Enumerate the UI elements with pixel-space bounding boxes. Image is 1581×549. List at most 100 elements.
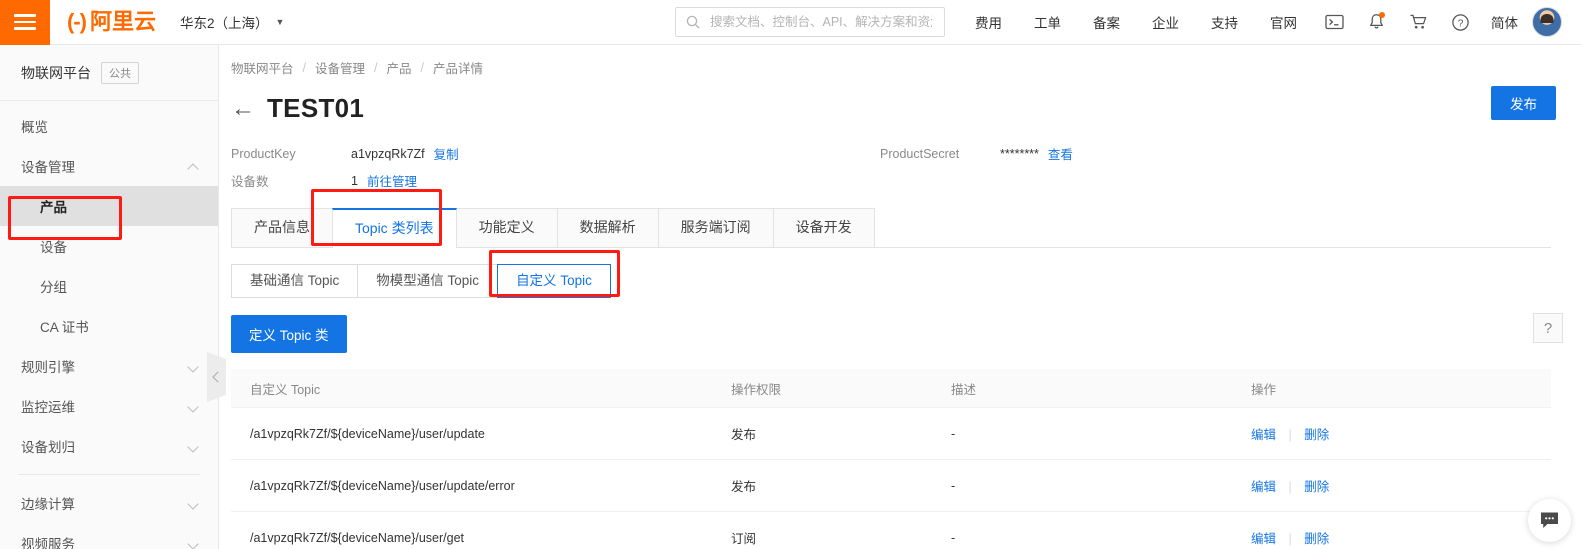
- tab-function-definition[interactable]: 功能定义: [455, 208, 558, 247]
- global-search[interactable]: [675, 7, 945, 37]
- sidebar-item-device-management[interactable]: 设备管理: [0, 146, 218, 186]
- action-separator: |: [1288, 428, 1292, 442]
- edit-link[interactable]: 编辑: [1251, 428, 1276, 442]
- sidebar-item-ca-certificates[interactable]: CA 证书: [0, 306, 218, 346]
- chevron-up-icon: [188, 161, 199, 172]
- header-icon-group: ? 简体: [1313, 0, 1581, 45]
- chevron-down-icon: [188, 361, 199, 372]
- region-selector[interactable]: 华东2（上海） ▼: [180, 12, 284, 32]
- sidebar-item-label: 产品: [40, 200, 67, 215]
- delete-link[interactable]: 删除: [1304, 532, 1329, 546]
- breadcrumb-separator: /: [302, 60, 306, 75]
- cart-icon[interactable]: [1397, 0, 1439, 45]
- sidebar-item-products[interactable]: 产品: [0, 186, 218, 226]
- chevron-down-icon: [188, 538, 199, 549]
- action-separator: |: [1288, 532, 1292, 546]
- cell-actions: 编辑 | 删除: [1251, 476, 1551, 495]
- cell-description: -: [951, 530, 956, 545]
- nav-link-icp[interactable]: 备案: [1077, 12, 1136, 32]
- table-row: /a1vpzqRk7Zf/${deviceName}/user/update/e…: [231, 459, 1551, 511]
- copy-product-key-link[interactable]: 复制: [434, 144, 459, 163]
- chevron-down-icon: [188, 498, 199, 509]
- meta-row-product-secret: ProductSecret ******** 查看: [880, 140, 1073, 167]
- define-topic-class-button[interactable]: 定义 Topic 类: [231, 315, 347, 353]
- column-header-topic: 自定义 Topic: [250, 382, 321, 397]
- nav-link-support[interactable]: 支持: [1195, 12, 1254, 32]
- nav-link-fees[interactable]: 费用: [959, 12, 1018, 32]
- action-separator: |: [1288, 480, 1292, 494]
- delete-link[interactable]: 删除: [1304, 428, 1329, 442]
- tab-device-development[interactable]: 设备开发: [772, 208, 875, 247]
- publish-button[interactable]: 发布: [1491, 86, 1556, 120]
- product-secret-value: ********: [1000, 146, 1039, 161]
- cell-description: -: [951, 478, 956, 493]
- product-key-label: ProductKey: [231, 146, 296, 161]
- cell-topic: /a1vpzqRk7Zf/${deviceName}/user/update/e…: [250, 478, 515, 493]
- sidebar-item-monitoring[interactable]: 监控运维: [0, 386, 218, 426]
- subtab-custom-topic[interactable]: 自定义 Topic: [497, 264, 611, 298]
- back-arrow-icon[interactable]: ←: [231, 96, 255, 121]
- column-header-permission: 操作权限: [731, 382, 782, 397]
- column-header-description: 描述: [951, 382, 977, 397]
- top-header: (-) 阿里云 华东2（上海） ▼ 费用 工单 备案 企业 支持 官网: [0, 0, 1581, 45]
- nav-link-tickets[interactable]: 工单: [1018, 12, 1077, 32]
- delete-link[interactable]: 删除: [1304, 480, 1329, 494]
- main-content: 物联网平台 / 设备管理 / 产品 / 产品详情 ← TEST01 发布 Pro…: [220, 45, 1581, 549]
- sidebar-item-label: 分组: [40, 280, 67, 295]
- sidebar-item-device-assignment[interactable]: 设备划归: [0, 426, 218, 466]
- sidebar-item-overview[interactable]: 概览: [0, 106, 218, 146]
- sidebar-item-label: 设备: [40, 240, 67, 255]
- breadcrumb-item-product-detail: 产品详情: [433, 62, 484, 76]
- tab-data-parsing[interactable]: 数据解析: [556, 208, 659, 247]
- breadcrumb-item-device-management[interactable]: 设备管理: [315, 58, 365, 77]
- breadcrumb-item-products[interactable]: 产品: [387, 58, 412, 77]
- cell-actions: 编辑 | 删除: [1251, 424, 1551, 443]
- bell-icon[interactable]: [1355, 0, 1397, 45]
- sidebar-item-rule-engine[interactable]: 规则引擎: [0, 346, 218, 386]
- sidebar-product-name: 物联网平台: [21, 64, 91, 81]
- nav-link-website[interactable]: 官网: [1254, 12, 1313, 32]
- go-to-device-management-link[interactable]: 前往管理: [367, 171, 417, 190]
- tab-server-subscription[interactable]: 服务端订阅: [657, 208, 774, 247]
- tab-product-info[interactable]: 产品信息: [231, 208, 333, 247]
- view-product-secret-link[interactable]: 查看: [1048, 144, 1073, 163]
- edit-link[interactable]: 编辑: [1251, 480, 1276, 494]
- chevron-down-icon: [188, 441, 199, 452]
- hamburger-icon[interactable]: [0, 0, 50, 45]
- search-input[interactable]: [708, 14, 934, 30]
- help-button[interactable]: ?: [1533, 313, 1563, 343]
- subtab-tsl-communication-topic[interactable]: 物模型通信 Topic: [357, 264, 499, 298]
- subtab-basic-communication-topic[interactable]: 基础通信 Topic: [231, 264, 359, 298]
- sidebar-product-header: 物联网平台 公共: [0, 45, 218, 101]
- meta-row-device-count: 设备数 1 前往管理: [231, 167, 1581, 194]
- aliyun-logo-mark: (-): [67, 9, 87, 34]
- sidebar-item-label: 视频服务: [21, 537, 75, 549]
- terminal-icon[interactable]: [1313, 0, 1355, 45]
- cell-actions: 编辑 | 删除: [1251, 528, 1551, 547]
- sidebar-item-video-service[interactable]: 视频服务: [0, 523, 218, 549]
- region-label: 华东2（上海）: [180, 16, 269, 31]
- collapse-sidebar-handle[interactable]: [207, 352, 226, 402]
- sidebar-item-devices[interactable]: 设备: [0, 226, 218, 266]
- edit-link[interactable]: 编辑: [1251, 532, 1276, 546]
- avatar[interactable]: [1532, 7, 1562, 37]
- aliyun-logo[interactable]: (-) 阿里云: [67, 11, 156, 33]
- cell-topic: /a1vpzqRk7Zf/${deviceName}/user/get: [250, 530, 465, 545]
- tab-topic-list[interactable]: Topic 类列表: [332, 208, 457, 248]
- chat-bubble-icon[interactable]: [1528, 499, 1571, 542]
- language-selector[interactable]: 简体: [1481, 12, 1532, 32]
- nav-link-enterprise[interactable]: 企业: [1136, 12, 1195, 32]
- breadcrumb-item-iot[interactable]: 物联网平台: [231, 58, 294, 77]
- sidebar-item-groups[interactable]: 分组: [0, 266, 218, 306]
- sidebar-item-edge-computing[interactable]: 边缘计算: [0, 483, 218, 523]
- cell-topic: /a1vpzqRk7Zf/${deviceName}/user/update: [250, 426, 485, 441]
- meta-column-right: ProductSecret ******** 查看: [880, 140, 1073, 167]
- chevron-down-icon: [188, 401, 199, 412]
- notification-badge-dot: [1379, 11, 1385, 18]
- topic-subtabs: 基础通信 Topic 物模型通信 Topic 自定义 Topic: [231, 264, 1581, 298]
- sidebar-menu: 概览 设备管理 产品 设备 分组 CA 证书 规则引擎 监控运维 设备划归 边缘…: [0, 101, 218, 549]
- question-circle-icon[interactable]: ?: [1439, 0, 1481, 45]
- header-nav-links: 费用 工单 备案 企业 支持 官网: [959, 12, 1313, 32]
- page-title: TEST01: [267, 93, 365, 123]
- product-meta: ProductKey a1vpzqRk7Zf 复制 设备数 1 前往管理 Pro…: [220, 124, 1581, 194]
